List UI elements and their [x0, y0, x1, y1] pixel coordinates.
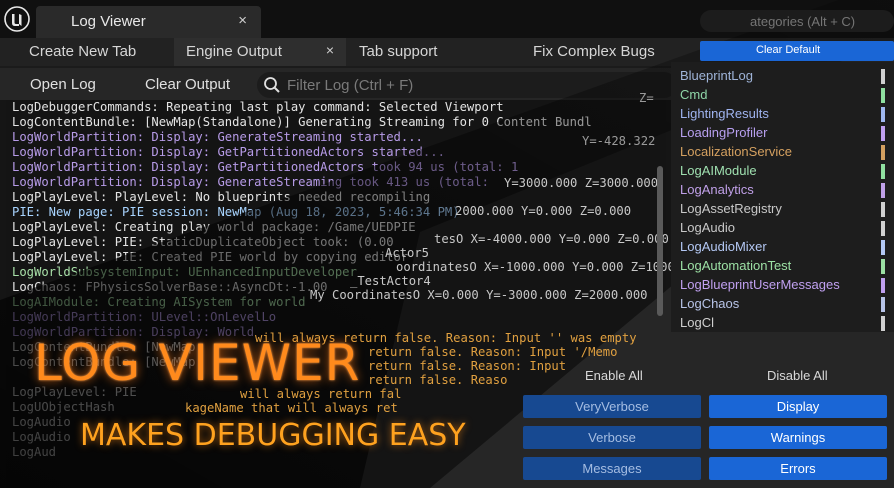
verbosity-panel: Enable All Disable All VeryVerbose Displ…	[515, 355, 894, 488]
log-line: LogPlayLevel: Creating play world packag…	[12, 220, 416, 234]
log-line: LogWorldPartition: Display: GetPartition…	[12, 160, 519, 174]
open-log-button[interactable]: Open Log	[30, 76, 96, 93]
tab-engine-output[interactable]: Engine Output ×	[174, 38, 346, 66]
log-line: PIE: New page: PIE session: NewMap (Aug …	[12, 205, 460, 219]
headline-title: LOG VIEWER	[34, 334, 361, 392]
category-color-swatch	[881, 88, 885, 103]
disable-all-button[interactable]: Disable All	[767, 368, 828, 383]
category-color-swatch	[881, 69, 885, 84]
window-tab-title: Log Viewer	[71, 13, 146, 30]
filter-log-search[interactable]	[257, 72, 677, 98]
category-color-swatch	[881, 107, 885, 122]
category-color-swatch	[881, 297, 885, 312]
tab-label: Tab support	[359, 43, 438, 60]
log-line: LogAudio	[12, 430, 71, 444]
close-icon[interactable]: ×	[326, 42, 334, 58]
log-line: LogAIModule: Creating AISystem for world	[12, 295, 306, 309]
warnings-toggle[interactable]: Warnings	[709, 426, 887, 449]
category-item[interactable]: LocalizationService	[680, 144, 792, 159]
log-line: LogAudio	[12, 415, 71, 429]
log-fragment: My CoordinatesO X=0.000 Y=-3000.000 Z=20…	[310, 288, 648, 302]
log-fragment: kageName that will always ret	[185, 401, 398, 415]
log-line: LogWorldPartition: Display: GenerateStre…	[12, 175, 489, 189]
log-fragment: Y=3000.000 Z=3000.000	[504, 176, 659, 190]
log-line: LogPlayLevel: PIE: Created PIE world by …	[12, 250, 409, 264]
category-color-swatch	[881, 278, 885, 293]
category-search-input[interactable]	[750, 12, 890, 30]
log-line: LogPlayLevel: PIE: StaticDuplicateObject…	[12, 235, 394, 249]
tab-create-new[interactable]: Create New Tab	[29, 38, 179, 66]
filter-log-input[interactable]	[287, 75, 667, 95]
clear-output-button[interactable]: Clear Output	[145, 76, 230, 93]
verbose-toggle[interactable]: Verbose	[523, 426, 701, 449]
category-item[interactable]: LoadingProfiler	[680, 125, 767, 140]
display-toggle[interactable]: Display	[709, 395, 887, 418]
category-color-swatch	[881, 164, 885, 179]
category-item[interactable]: Cmd	[680, 87, 707, 102]
errors-toggle[interactable]: Errors	[709, 457, 887, 480]
log-fragment: _TestActor4	[350, 274, 431, 288]
category-item[interactable]: LogCl	[680, 315, 714, 330]
window-tab-log-viewer[interactable]: Log Viewer ×	[36, 6, 261, 38]
log-fragment: return false. Reaso	[368, 373, 508, 387]
category-item[interactable]: LogAIModule	[680, 163, 757, 178]
category-item[interactable]: LogBlueprintUserMessages	[680, 277, 840, 292]
category-color-swatch	[881, 259, 885, 274]
tab-label: Engine Output	[186, 43, 282, 60]
log-line: LogUObjectHash	[12, 400, 115, 414]
close-icon[interactable]: ×	[238, 12, 247, 29]
unreal-logo-icon	[4, 6, 30, 32]
category-color-swatch	[881, 240, 885, 255]
tab-label: Fix Complex Bugs	[533, 43, 655, 60]
log-fragment: Y=-428.322	[582, 134, 656, 148]
log-line: LogWorldPartition: Display: GenerateStre…	[12, 130, 423, 144]
enable-all-button[interactable]: Enable All	[585, 368, 643, 383]
category-item[interactable]: LogChaos	[680, 296, 739, 311]
log-line: LogChaos: FPhysicsSolverBase::AsyncDt:-1…	[12, 280, 328, 294]
category-color-swatch	[881, 202, 885, 217]
log-line: LogContentBundle: [NewMap(Standalone)] G…	[12, 115, 592, 129]
messages-toggle[interactable]: Messages	[523, 457, 701, 480]
category-color-swatch	[881, 126, 885, 141]
tab-tab-support[interactable]: Tab support	[359, 38, 499, 66]
log-line: LogAud	[12, 445, 57, 459]
category-item[interactable]: LogAutomationTest	[680, 258, 791, 273]
categories-panel: BlueprintLog Cmd LightingResults LoadingPro…	[671, 62, 894, 332]
category-item[interactable]: LogAudio	[680, 220, 735, 235]
log-fragment: Actor5	[385, 246, 430, 260]
category-item[interactable]: BlueprintLog	[680, 68, 753, 83]
tab-fix-complex-bugs[interactable]: Fix Complex Bugs	[533, 38, 673, 66]
log-fragment: tesO X=-4000.000 Y=0.000 Z=0.000	[434, 232, 669, 246]
headline-subtitle: MAKES DEBUGGING EASY	[80, 418, 466, 453]
category-search[interactable]	[700, 10, 894, 32]
very-verbose-toggle[interactable]: VeryVerbose	[523, 395, 701, 418]
log-line: LogWorldPartition: Display: GetPartition…	[12, 145, 445, 159]
log-scrollbar[interactable]	[657, 166, 663, 316]
category-item[interactable]: LogAssetRegistry	[680, 201, 782, 216]
category-color-swatch	[881, 145, 885, 160]
log-fragment: Z=	[639, 91, 654, 105]
log-line: LogDebuggerCommands: Repeating last play…	[12, 100, 504, 114]
log-fragment: 2000.000 Y=0.000 Z=0.000	[455, 204, 632, 218]
log-line: LogWorldSubsystemInput: UEnhancedInputDe…	[12, 265, 357, 279]
category-item[interactable]: LightingResults	[680, 106, 769, 121]
category-item[interactable]: LogAnalytics	[680, 182, 754, 197]
search-icon	[264, 77, 280, 93]
category-color-swatch	[881, 183, 885, 198]
tab-label: Create New Tab	[29, 43, 137, 60]
category-item[interactable]: LogAudioMixer	[680, 239, 767, 254]
clear-default-button[interactable]: Clear Default	[700, 41, 894, 61]
category-color-swatch	[881, 316, 885, 331]
log-line: LogPlayLevel: PlayLevel: No blueprints n…	[12, 190, 431, 204]
category-color-swatch	[881, 221, 885, 236]
log-line: LogWorldPartition: ULevel::OnLevelLo	[12, 310, 277, 324]
